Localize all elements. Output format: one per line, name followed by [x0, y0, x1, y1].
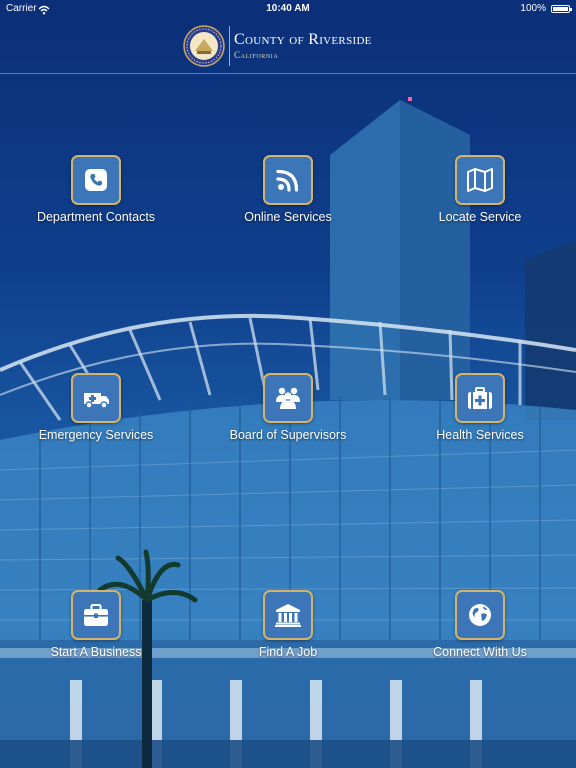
tile-label: Start A Business — [50, 645, 142, 659]
tile-label: Locate Service — [438, 210, 522, 224]
tile-locate-service[interactable]: Locate Service — [390, 155, 570, 224]
tile-connect-with-us[interactable]: Connect With Us — [390, 590, 570, 659]
tile-online-services[interactable]: Online Services — [198, 155, 378, 224]
status-time: 10:40 AM — [266, 3, 310, 14]
tile-department-contacts[interactable]: Department Contacts — [6, 155, 186, 224]
globe-icon[interactable] — [455, 590, 505, 640]
ambulance-icon[interactable] — [71, 373, 121, 423]
tile-label: Board of Supervisors — [229, 428, 347, 442]
tile-label: Health Services — [436, 428, 524, 442]
medical-kit-icon[interactable] — [455, 373, 505, 423]
building-icon[interactable] — [263, 590, 313, 640]
map-icon[interactable] — [455, 155, 505, 205]
app-title: County of Riverside — [234, 31, 372, 48]
app-header: County of Riverside California — [0, 18, 576, 74]
tile-emergency-services[interactable]: Emergency Services — [6, 373, 186, 442]
battery-percent: 100% — [520, 3, 546, 14]
tile-label: Emergency Services — [38, 428, 154, 442]
people-icon[interactable] — [263, 373, 313, 423]
tile-start-a-business[interactable]: Start A Business — [6, 590, 186, 659]
tile-label: Department Contacts — [36, 210, 156, 224]
header-divider — [229, 26, 230, 66]
briefcase-icon[interactable] — [71, 590, 121, 640]
county-seal-icon — [183, 25, 225, 67]
rss-icon[interactable] — [263, 155, 313, 205]
tile-board-of-supervisors[interactable]: Board of Supervisors — [198, 373, 378, 442]
tile-health-services[interactable]: Health Services — [390, 373, 570, 442]
status-bar: Carrier 10:40 AM 100% — [0, 0, 576, 18]
tile-label: Connect With Us — [433, 645, 527, 659]
tile-label: Find A Job — [258, 645, 318, 659]
app-subtitle: California — [234, 50, 279, 60]
phone-icon[interactable] — [71, 155, 121, 205]
tile-label: Online Services — [244, 210, 332, 224]
tile-find-a-job[interactable]: Find A Job — [198, 590, 378, 659]
battery-icon — [551, 5, 572, 13]
